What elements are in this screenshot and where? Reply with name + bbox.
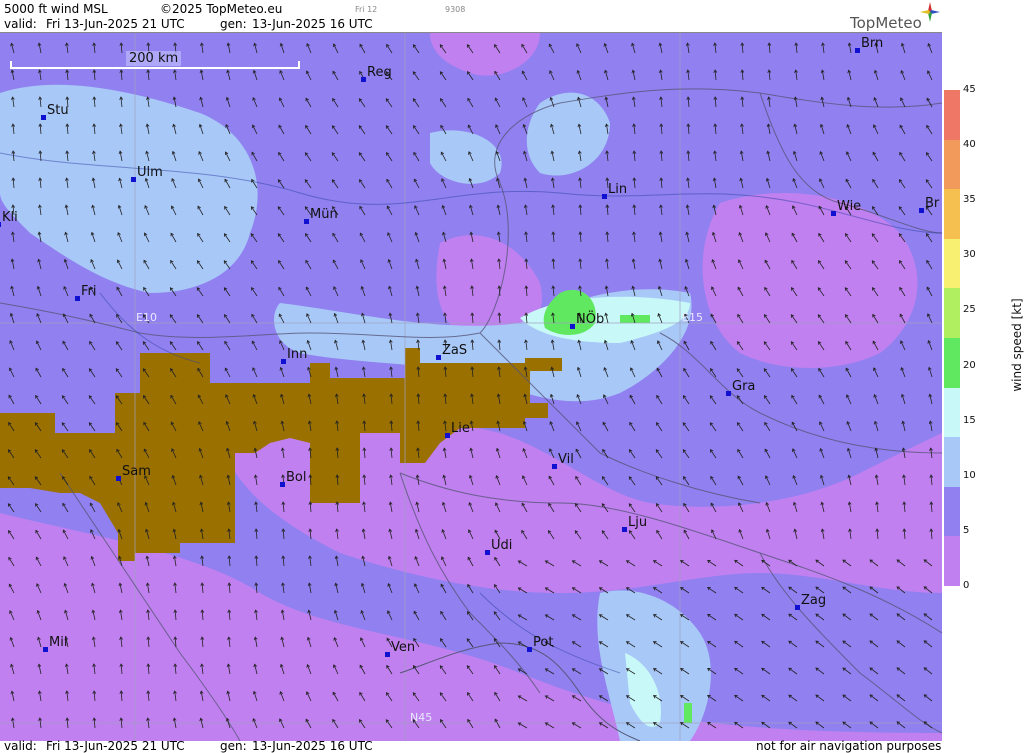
city-marker <box>855 48 860 53</box>
legend-tick-label: 30 <box>963 249 976 261</box>
topmeteo-logo: TopMeteo <box>850 14 922 32</box>
city-marker <box>0 222 1 227</box>
scale-label: 200 km <box>126 51 182 66</box>
city-label: Lin <box>608 182 628 197</box>
legend-tick-label: 0 <box>963 580 970 591</box>
legend-color-segment <box>944 486 960 537</box>
city-marker <box>41 115 46 120</box>
city-label: Sam <box>122 464 151 479</box>
wind-map: 200 km E10 E15 N45 Brn Reg Stu Ulm Lin K… <box>0 32 942 741</box>
grid-label-n45: N45 <box>410 711 433 724</box>
footer-valid-label: valid: <box>4 739 37 753</box>
city-marker <box>280 482 285 487</box>
grid-label-e15: E15 <box>682 311 703 324</box>
legend-color-segment <box>944 387 960 438</box>
wind-speed-legend <box>944 90 960 587</box>
city-marker <box>831 211 836 216</box>
city-label: Pot <box>533 635 554 650</box>
city-label: NÖb <box>576 312 605 327</box>
city-label: Udi <box>491 538 513 553</box>
city-marker <box>622 527 627 532</box>
city-marker <box>304 219 309 224</box>
small-code-label: 9308 <box>445 5 466 14</box>
city-label: Reg <box>367 65 392 80</box>
city-marker <box>919 208 924 213</box>
footer-gen-time: 13-Jun-2025 16 UTC <box>252 739 373 753</box>
city-marker <box>131 177 136 182</box>
city-marker <box>527 647 532 652</box>
city-marker <box>485 550 490 555</box>
legend-tick-label: 45 <box>963 84 976 95</box>
city-marker <box>281 359 286 364</box>
city-label: Brn <box>861 36 884 51</box>
city-marker <box>795 605 800 610</box>
city-label: Vil <box>558 452 574 467</box>
city-label: Mün <box>310 207 338 222</box>
city-marker <box>116 476 121 481</box>
compass-logo-icon <box>920 2 940 22</box>
footer-valid-time: Fri 13-Jun-2025 21 UTC <box>46 739 185 753</box>
city-label: ZaS <box>442 343 468 358</box>
legend-tick-label: 25 <box>963 304 976 316</box>
city-marker <box>445 433 450 438</box>
legend-unit-label: wind speed [kt] <box>1010 298 1024 392</box>
city-label: Lie <box>451 421 470 436</box>
copyright: ©2025 TopMeteo.eu <box>160 2 283 16</box>
gen-label: gen: <box>220 17 247 31</box>
city-marker <box>436 355 441 360</box>
city-label: Gra <box>732 379 756 394</box>
legend-tick-label: 15 <box>963 414 976 426</box>
city-label: Zag <box>801 593 827 608</box>
city-marker <box>726 391 731 396</box>
city-label: Ulm <box>137 165 163 180</box>
legend-tick-label: 5 <box>963 524 970 536</box>
city-label: Br <box>925 196 940 211</box>
city-label: Fri <box>81 284 97 299</box>
navigation-disclaimer: not for air navigation purposes <box>756 739 942 753</box>
legend-color-segment <box>944 338 960 388</box>
legend-color-segment <box>944 288 960 339</box>
legend-tick-label: 10 <box>963 469 976 481</box>
city-label: Bol <box>286 470 307 485</box>
map-title: 5000 ft wind MSL <box>4 2 108 16</box>
legend-color-segment <box>944 189 960 240</box>
legend-tick-label: 40 <box>963 139 976 151</box>
city-marker <box>570 324 575 329</box>
legend-color-segment <box>944 536 960 587</box>
legend-color-segment <box>944 139 960 190</box>
city-label: Wie <box>837 199 862 214</box>
city-label: Stu <box>47 103 69 118</box>
footer-gen-label: gen: <box>220 739 247 753</box>
city-label: Ven <box>391 640 416 655</box>
legend-tick-label: 35 <box>963 194 976 206</box>
valid-label: valid: <box>4 17 37 31</box>
city-label: Inn <box>287 347 308 362</box>
legend-color-segment <box>944 90 960 140</box>
city-marker <box>43 647 48 652</box>
city-marker <box>602 194 607 199</box>
city-marker <box>385 652 390 657</box>
gen-time: 13-Jun-2025 16 UTC <box>252 17 373 31</box>
city-marker <box>75 296 80 301</box>
city-label: Lju <box>628 515 648 530</box>
city-marker <box>361 77 366 82</box>
city-label: Kli <box>2 210 18 225</box>
legend-color-segment <box>944 238 960 289</box>
city-label: Mil <box>49 635 68 650</box>
legend-color-segment <box>944 437 960 488</box>
small-day-label: Fri 12 <box>355 5 378 14</box>
grid-label-e10: E10 <box>136 311 157 324</box>
valid-time: Fri 13-Jun-2025 21 UTC <box>46 17 185 31</box>
legend-tick-label: 20 <box>963 359 976 371</box>
city-marker <box>552 464 557 469</box>
